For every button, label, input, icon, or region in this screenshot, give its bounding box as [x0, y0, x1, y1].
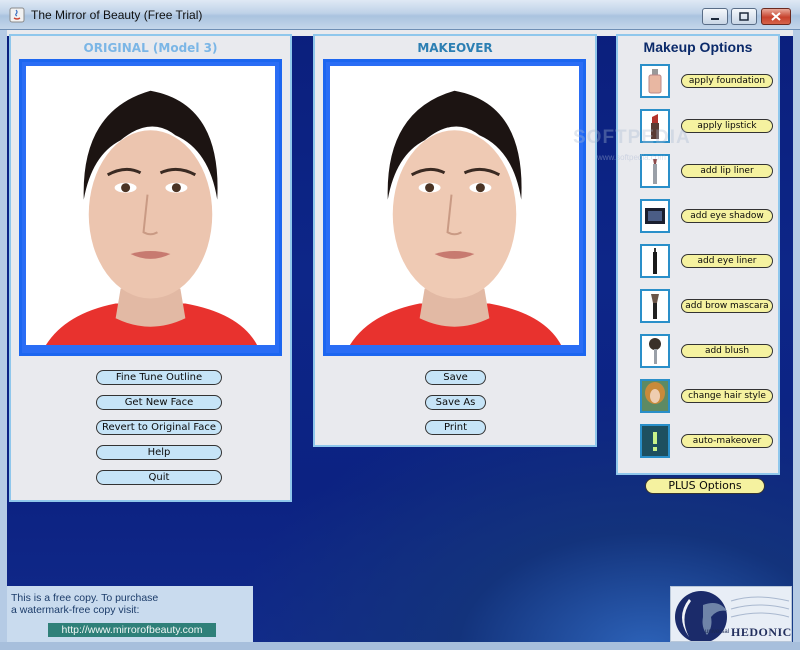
help-button[interactable]: Help: [96, 445, 222, 460]
softpedia-watermark: SOFTPEDIA: [573, 127, 691, 148]
option-add-brow-mascara: add brow mascara: [618, 289, 778, 325]
brow-brush-icon[interactable]: [640, 289, 670, 323]
makeover-face-photo[interactable]: [330, 66, 579, 345]
foundation-bottle-icon[interactable]: [640, 64, 670, 98]
original-panel-title: ORIGINAL (Model 3): [83, 41, 218, 55]
option-add-blush: add blush: [618, 334, 778, 370]
original-photo-frame: [19, 59, 282, 356]
window-border-right: [793, 30, 800, 642]
trial-notice-text: This is a free copy. To purchase a water…: [11, 592, 159, 616]
window-border-left: [0, 30, 7, 642]
minimize-button[interactable]: [702, 8, 728, 25]
purchase-link[interactable]: http://www.mirrorofbeauty.com: [48, 623, 216, 637]
auto-makeover-button[interactable]: auto-makeover: [681, 434, 773, 448]
maximize-icon: [739, 12, 749, 21]
apply-lipstick-button[interactable]: apply lipstick: [681, 119, 773, 133]
close-icon: [771, 12, 781, 21]
change-hair-style-button[interactable]: change hair style: [681, 389, 773, 403]
logo-prefix: universal: [705, 629, 730, 635]
add-eye-liner-button[interactable]: add eye liner: [681, 254, 773, 268]
option-add-eye-liner: add eye liner: [618, 244, 778, 280]
makeup-options-title: Makeup Options: [643, 39, 753, 55]
minimize-icon: [711, 18, 719, 20]
exclamation-icon[interactable]: [640, 424, 670, 458]
eye-liner-pencil-icon[interactable]: [640, 244, 670, 278]
quit-button[interactable]: Quit: [96, 470, 222, 485]
fine-tune-outline-button[interactable]: Fine Tune Outline: [96, 370, 222, 385]
hedonics-logo: universal HEDONICS: [670, 586, 792, 642]
hair-style-icon[interactable]: [640, 379, 670, 413]
makeover-photo-frame: [323, 59, 586, 356]
plus-options-button[interactable]: PLUS Options: [645, 478, 765, 494]
logo-name: HEDONICS: [731, 625, 792, 639]
title-bar[interactable]: The Mirror of Beauty (Free Trial): [0, 0, 800, 30]
save-as-button[interactable]: Save As: [425, 395, 486, 410]
add-lip-liner-button[interactable]: add lip liner: [681, 164, 773, 178]
makeover-panel-title: MAKEOVER: [417, 41, 493, 55]
trial-notice: This is a free copy. To purchase a water…: [7, 586, 253, 642]
java-app-icon: [9, 7, 25, 23]
add-blush-button[interactable]: add blush: [681, 344, 773, 358]
window-border-bottom: [0, 642, 800, 650]
close-button[interactable]: [761, 8, 791, 25]
makeover-panel: MAKEOVER Save Save As Print: [313, 34, 597, 447]
original-face-photo[interactable]: [26, 66, 275, 345]
blush-brush-icon[interactable]: [640, 334, 670, 368]
softpedia-watermark-url: www.softpedia.com: [597, 153, 666, 162]
option-change-hair-style: change hair style: [618, 379, 778, 415]
save-button[interactable]: Save: [425, 370, 486, 385]
option-auto-makeover: auto-makeover: [618, 424, 778, 460]
apply-foundation-button[interactable]: apply foundation: [681, 74, 773, 88]
get-new-face-button[interactable]: Get New Face: [96, 395, 222, 410]
window-title: The Mirror of Beauty (Free Trial): [31, 8, 203, 22]
client-area: ORIGINAL (Model 3) Fine Tune Outline Get…: [7, 30, 793, 642]
print-button[interactable]: Print: [425, 420, 486, 435]
option-add-eye-shadow: add eye shadow: [618, 199, 778, 235]
option-apply-foundation: apply foundation: [618, 64, 778, 100]
original-panel: ORIGINAL (Model 3) Fine Tune Outline Get…: [9, 34, 292, 502]
makeup-options-panel: Makeup Options apply foundation apply li…: [616, 34, 780, 475]
revert-to-original-face-button[interactable]: Revert to Original Face: [96, 420, 222, 435]
maximize-button[interactable]: [731, 8, 757, 25]
add-eye-shadow-button[interactable]: add eye shadow: [681, 209, 773, 223]
eye-shadow-compact-icon[interactable]: [640, 199, 670, 233]
add-brow-mascara-button[interactable]: add brow mascara: [681, 299, 773, 313]
